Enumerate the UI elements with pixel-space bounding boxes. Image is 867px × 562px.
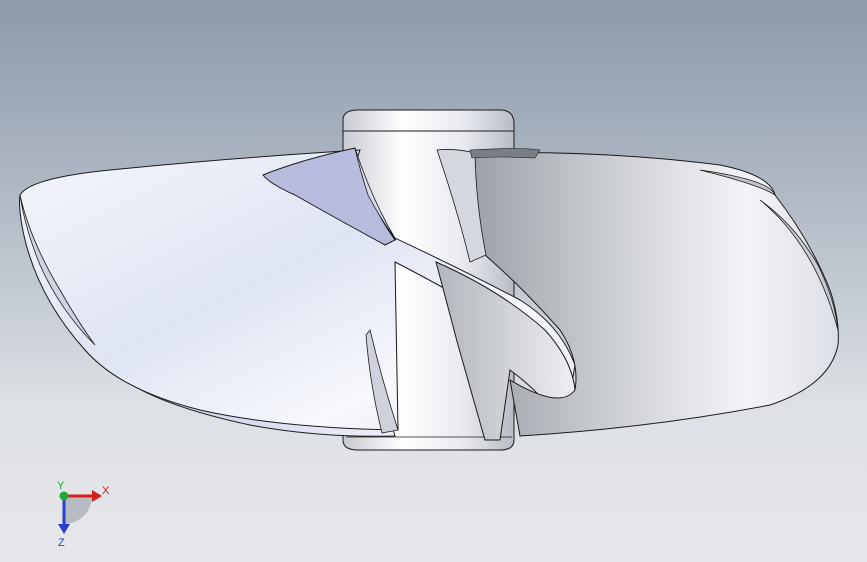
y-axis-arrow	[59, 491, 69, 501]
propeller-model[interactable]	[0, 0, 867, 562]
view-orientation-triad: X Y Z	[44, 480, 124, 550]
graphics-viewport[interactable]	[0, 0, 867, 562]
z-axis-label: Z	[58, 537, 65, 549]
triad-shade	[64, 496, 92, 524]
y-axis-label: Y	[57, 480, 65, 492]
x-axis-label: X	[102, 485, 110, 497]
blade-top-strip[interactable]	[469, 148, 541, 159]
